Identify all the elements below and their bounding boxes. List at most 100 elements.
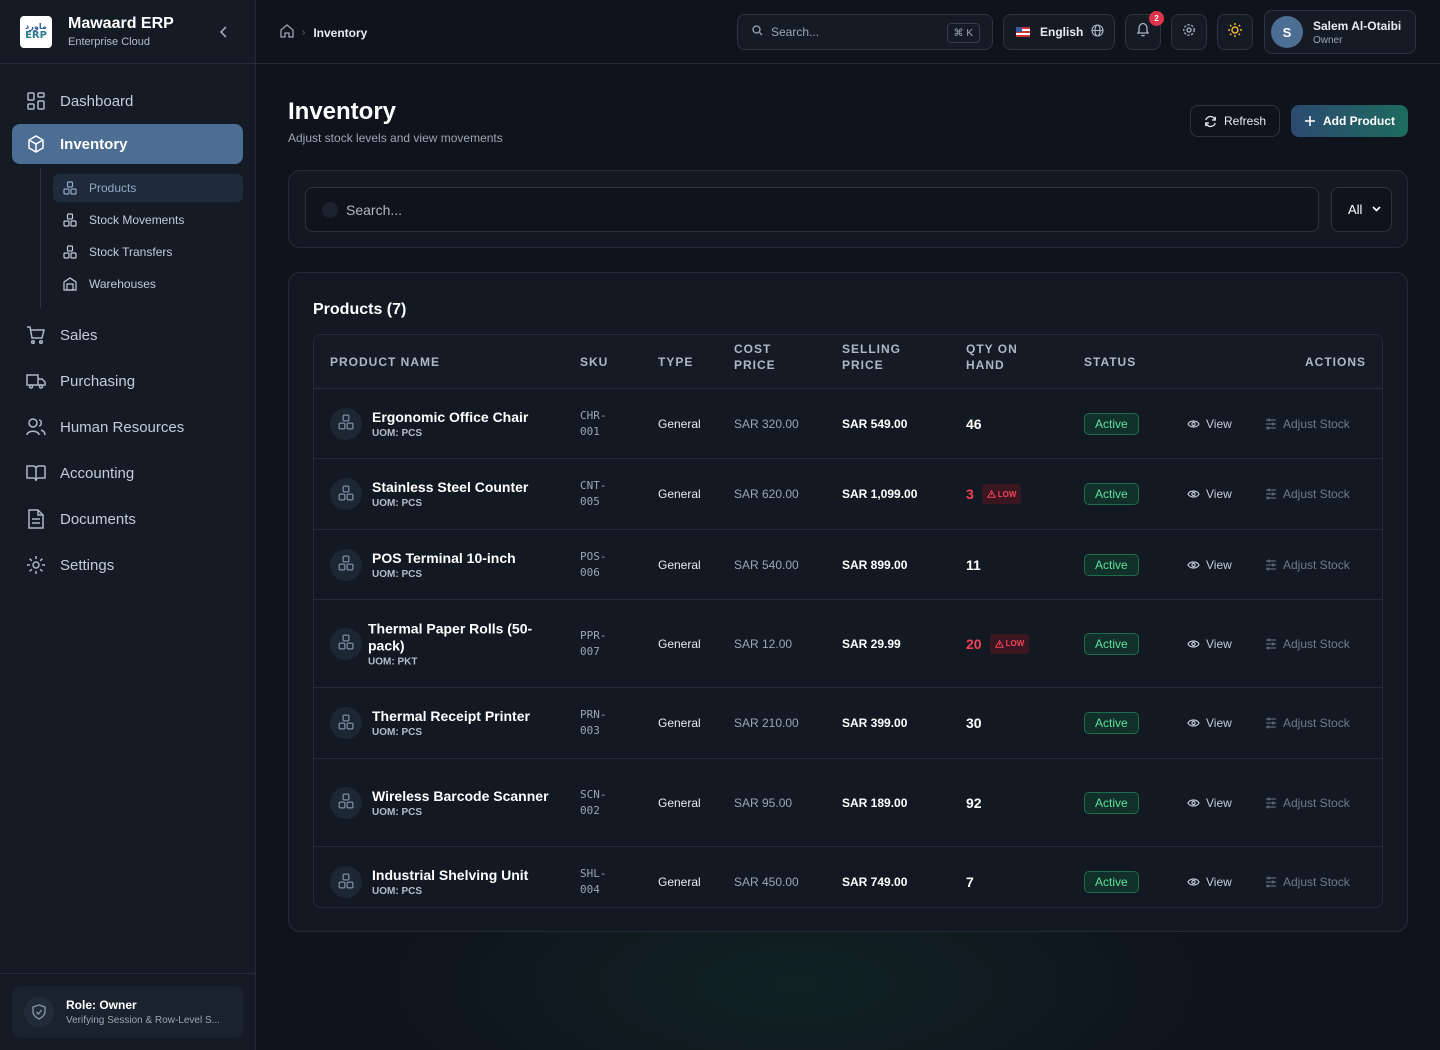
home-icon[interactable] <box>280 24 294 41</box>
product-uom: UOM: PKT <box>368 656 418 667</box>
boxes-icon <box>338 414 354 433</box>
theme-toggle-button[interactable] <box>1217 14 1253 50</box>
adjust-stock-label: Adjust Stock <box>1283 716 1350 730</box>
product-name[interactable]: Thermal Receipt Printer <box>372 708 552 725</box>
nav-accounting[interactable]: Accounting <box>12 450 243 496</box>
product-name[interactable]: Stainless Steel Counter <box>372 479 552 496</box>
table-row: Thermal Paper Rolls (50-pack) UOM: PKT PPR… <box>314 600 1382 688</box>
status-badge: Active <box>1084 553 1139 576</box>
global-search-input[interactable]: Search... ⌘ K <box>737 14 993 50</box>
selling-price: SAR 899.00 <box>842 557 908 572</box>
breadcrumb-current: Inventory <box>313 25 368 40</box>
sliders-icon <box>1265 717 1277 729</box>
subnav-warehouses[interactable]: Warehouses <box>53 270 243 298</box>
product-name[interactable]: Ergonomic Office Chair <box>372 409 552 426</box>
adjust-stock-button[interactable]: Adjust Stock <box>1265 637 1350 651</box>
nav-dashboard[interactable]: Dashboard <box>12 78 243 124</box>
notifications-button[interactable]: 2 <box>1125 11 1164 50</box>
book-icon <box>26 463 46 483</box>
product-search-input[interactable]: Search... <box>305 187 1319 232</box>
search-placeholder: Search... <box>346 201 403 218</box>
add-product-label: Add Product <box>1323 114 1395 128</box>
header-sku: SKU <box>580 354 609 369</box>
adjust-stock-button[interactable]: Adjust Stock <box>1265 487 1350 501</box>
adjust-stock-label: Adjust Stock <box>1283 487 1350 501</box>
low-stock-label: LOW <box>1005 639 1025 648</box>
boxes-icon <box>338 873 354 892</box>
nav-purchasing[interactable]: Purchasing <box>12 358 243 404</box>
nav-settings[interactable]: Settings <box>12 542 243 588</box>
view-label: View <box>1206 416 1232 431</box>
sku-prefix: CNT- <box>580 479 607 492</box>
search-shortcut: ⌘ K <box>946 23 980 43</box>
app-logo: ماورد ERP <box>20 15 52 48</box>
subnav-stock-movements[interactable]: Stock Movements <box>53 206 243 234</box>
adjust-stock-button[interactable]: Adjust Stock <box>1265 875 1350 889</box>
view-button[interactable]: View <box>1187 417 1232 431</box>
boxes-icon <box>338 485 354 504</box>
adjust-stock-button[interactable]: Adjust Stock <box>1265 796 1350 810</box>
sliders-icon <box>1265 418 1277 430</box>
language-selector[interactable]: English <box>1003 14 1115 50</box>
product-name[interactable]: POS Terminal 10-inch <box>372 550 552 567</box>
subnav-stock-transfers[interactable]: Stock Transfers <box>53 238 243 266</box>
user-name: Salem Al-Otaibi <box>1313 18 1402 33</box>
view-button[interactable]: View <box>1187 558 1232 572</box>
product-name[interactable]: Thermal Paper Rolls (50-pack) <box>368 620 548 654</box>
gear-icon <box>26 555 46 575</box>
app-name: Mawaard ERP <box>68 15 174 32</box>
adjust-stock-button[interactable]: Adjust Stock <box>1265 716 1350 730</box>
view-label: View <box>1206 875 1232 889</box>
sku-number: 004 <box>580 883 600 896</box>
eye-icon <box>1187 419 1200 429</box>
view-button[interactable]: View <box>1187 487 1232 501</box>
products-table: PRODUCT NAME SKU TYPE COST PRICE SELLING… <box>313 334 1383 908</box>
product-type: General <box>658 716 701 730</box>
settings-button[interactable] <box>1171 14 1207 50</box>
chevron-down-icon <box>1372 204 1382 215</box>
main-content: Inventory Adjust stock levels and view m… <box>256 64 1440 1050</box>
status-badge: Active <box>1084 791 1139 814</box>
products-count-title: Products (7) <box>313 301 407 318</box>
view-button[interactable]: View <box>1187 637 1232 651</box>
collapse-sidebar-icon[interactable] <box>219 25 229 43</box>
nav-human-resources[interactable]: Human Resources <box>12 404 243 450</box>
view-button[interactable]: View <box>1187 875 1232 889</box>
product-name[interactable]: Industrial Shelving Unit <box>372 867 552 884</box>
adjust-stock-button[interactable]: Adjust Stock <box>1265 417 1350 431</box>
product-uom: UOM: PCS <box>372 727 422 738</box>
refresh-button[interactable]: Refresh <box>1190 105 1280 137</box>
low-stock-label: LOW <box>997 489 1017 499</box>
view-label: View <box>1206 795 1232 810</box>
table-row: Stainless Steel Counter UOM: PCS CNT- 005 Ge… <box>314 459 1382 530</box>
page-subtitle: Adjust stock levels and view movements <box>288 131 503 145</box>
user-menu[interactable]: S Salem Al-Otaibi Owner <box>1264 10 1416 54</box>
add-product-button[interactable]: Add Product <box>1291 105 1408 137</box>
product-image-placeholder <box>330 478 362 510</box>
boxes-icon <box>338 555 354 574</box>
products-card: Products (7) PRODUCT NAME SKU TYPE COST … <box>288 272 1408 932</box>
product-sku: POS- 006 <box>580 549 607 581</box>
boxes-icon <box>338 793 354 812</box>
boxes-icon <box>63 245 79 259</box>
status-filter-select[interactable]: All <box>1331 187 1392 232</box>
nav-documents[interactable]: Documents <box>12 496 243 542</box>
nav-label: Human Resources <box>60 418 185 436</box>
view-button[interactable]: View <box>1187 716 1232 730</box>
status-badge: Active <box>1084 632 1139 655</box>
product-sku: CHR- 001 <box>580 408 607 440</box>
nav-label: Inventory <box>60 135 128 153</box>
filter-value: All <box>1348 202 1363 217</box>
adjust-stock-button[interactable]: Adjust Stock <box>1265 558 1350 572</box>
inventory-subnav: Products Stock Movements Stock Transfers… <box>40 168 255 308</box>
app-subtitle: Enterprise Cloud <box>68 36 150 48</box>
view-button[interactable]: View <box>1187 796 1232 810</box>
product-name[interactable]: Wireless Barcode Scanner <box>372 788 552 805</box>
nav-inventory[interactable]: Inventory <box>12 124 243 164</box>
selling-price: SAR 749.00 <box>842 875 908 889</box>
nav-sales[interactable]: Sales <box>12 312 243 358</box>
subnav-products[interactable]: Products <box>53 174 243 202</box>
subnav-label: Warehouses <box>89 277 156 291</box>
product-type: General <box>658 487 701 501</box>
subnav-label: Stock Movements <box>89 213 185 227</box>
